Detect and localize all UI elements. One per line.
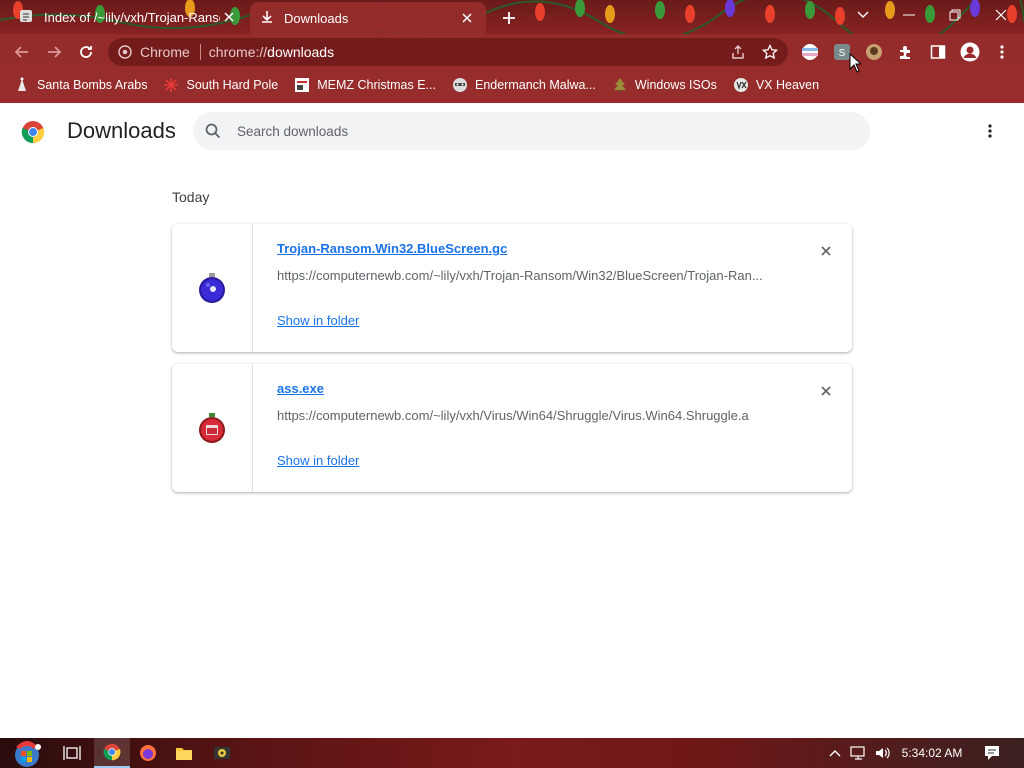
vx-icon: [733, 77, 749, 93]
mouse-cursor-icon: [849, 53, 861, 73]
tab-downloads[interactable]: Downloads: [250, 2, 486, 34]
blue-ornament-icon: [199, 273, 225, 303]
forward-button[interactable]: [42, 40, 66, 64]
remove-icon[interactable]: [816, 381, 836, 401]
start-orb-icon: [15, 741, 41, 767]
snowflake-icon: [163, 77, 179, 93]
bookmark-star-icon[interactable]: [760, 42, 780, 62]
file-name-link[interactable]: Trojan-Ransom.Win32.BlueScreen.gc: [277, 241, 507, 256]
tab-search-button[interactable]: [840, 0, 886, 30]
tab-title: Downloads: [284, 10, 349, 26]
search-input[interactable]: [237, 123, 837, 139]
taskbar: 5:34:02 AM: [0, 738, 1024, 768]
bookmark-item[interactable]: VX Heaven: [733, 77, 819, 93]
tree-icon: [612, 77, 628, 93]
bookmark-label: Santa Bombs Arabs: [37, 77, 148, 92]
chrome-logo-icon: [21, 121, 45, 144]
close-icon[interactable]: [220, 8, 238, 26]
bookmark-item[interactable]: MEMZ Christmas E...: [294, 77, 436, 93]
divider: [199, 44, 201, 60]
santa-icon: [14, 77, 30, 93]
search-icon: [203, 121, 223, 141]
bookmark-item[interactable]: Santa Bombs Arabs: [14, 77, 147, 93]
new-tab-button[interactable]: [498, 7, 520, 29]
tab-title: Index of /~lily/vxh/Trojan-Ransom: [44, 9, 220, 25]
search-bar[interactable]: [193, 112, 870, 150]
bookmark-label: Windows ISOs: [634, 77, 717, 92]
bookmark-item[interactable]: Endermanch Malwa...: [452, 77, 596, 93]
browser-frame: Index of /~lily/vxh/Trojan-Ransom Downlo…: [0, 0, 1024, 103]
show-hidden-icons-icon[interactable]: [826, 738, 844, 768]
close-window-button[interactable]: [978, 0, 1024, 30]
file-url[interactable]: https://computernewb.com/~lily/vxh/Troja…: [277, 268, 777, 283]
close-icon[interactable]: [458, 9, 476, 27]
page-favicon-icon: [18, 8, 34, 27]
taskbar-firefox-icon[interactable]: [134, 738, 162, 768]
bookmark-item[interactable]: Windows ISOs: [612, 77, 717, 93]
bookmark-label: MEMZ Christmas E...: [317, 77, 436, 92]
task-view-icon[interactable]: [58, 738, 86, 768]
notification-center-icon[interactable]: [978, 738, 1006, 768]
start-button[interactable]: [6, 738, 48, 768]
back-button[interactable]: [10, 40, 34, 64]
show-in-folder-link[interactable]: Show in folder: [277, 313, 359, 328]
file-url[interactable]: https://computernewb.com/~lily/vxh/Virus…: [277, 408, 777, 423]
side-panel-icon[interactable]: [928, 42, 948, 62]
bookmark-item[interactable]: South Hard Pole: [163, 77, 278, 93]
more-menu-icon[interactable]: [992, 42, 1012, 62]
taskbar-app-icon[interactable]: [208, 738, 236, 768]
tab-index-of[interactable]: Index of /~lily/vxh/Trojan-Ransom: [8, 2, 248, 32]
file-icon-column: [172, 224, 253, 352]
reload-button[interactable]: [74, 40, 98, 64]
volume-icon[interactable]: [872, 738, 894, 768]
chip-label: Chrome: [140, 44, 190, 60]
downloads-page: Downloads Today Trojan-Ransom.Win32.Blue…: [0, 103, 1024, 738]
network-icon[interactable]: [848, 738, 870, 768]
extension-avatar-icon[interactable]: [864, 42, 884, 62]
bookmark-label: South Hard Pole: [186, 77, 279, 92]
tab-strip: Index of /~lily/vxh/Trojan-Ransom Downlo…: [0, 0, 1024, 34]
bookmark-label: VX Heaven: [755, 77, 820, 92]
url-scheme: chrome://: [208, 44, 268, 60]
red-ornament-icon: [199, 413, 225, 443]
address-bar[interactable]: Chrome chrome://downloads: [108, 38, 788, 66]
page-header: Downloads: [0, 103, 1024, 159]
taskbar-clock[interactable]: 5:34:02 AM: [897, 738, 967, 768]
bookmarks-bar: Santa Bombs Arabs South Hard Pole MEMZ C…: [0, 70, 1024, 99]
toolbar: Chrome chrome://downloads S: [0, 34, 1024, 70]
more-actions-icon[interactable]: [980, 121, 1000, 141]
date-heading: Today: [172, 189, 210, 205]
extensions-puzzle-icon[interactable]: [896, 42, 916, 62]
share-icon[interactable]: [728, 42, 748, 62]
minimize-button[interactable]: [886, 0, 932, 30]
remove-icon[interactable]: [816, 241, 836, 261]
restore-button[interactable]: [932, 0, 978, 30]
show-in-folder-link[interactable]: Show in folder: [277, 453, 359, 468]
taskbar-file-explorer-icon[interactable]: [170, 738, 198, 768]
download-item: ass.exe https://computernewb.com/~lily/v…: [172, 364, 852, 492]
extension-flag-icon[interactable]: [800, 42, 820, 62]
profile-avatar-icon[interactable]: [960, 42, 980, 62]
page-icon: [294, 77, 310, 93]
chrome-icon: [118, 45, 132, 59]
file-name-link[interactable]: ass.exe: [277, 381, 324, 396]
page-title: Downloads: [67, 118, 176, 143]
file-icon-column: [172, 364, 253, 492]
raccoon-icon: [452, 77, 468, 93]
svg-text:S: S: [839, 48, 846, 59]
bookmark-label: Endermanch Malwa...: [474, 77, 596, 92]
url-host: downloads: [267, 44, 335, 60]
download-item: Trojan-Ransom.Win32.BlueScreen.gc https:…: [172, 224, 852, 352]
taskbar-chrome-icon[interactable]: [94, 738, 130, 768]
download-icon: [260, 10, 274, 27]
site-info-chip[interactable]: Chrome: [108, 44, 190, 60]
